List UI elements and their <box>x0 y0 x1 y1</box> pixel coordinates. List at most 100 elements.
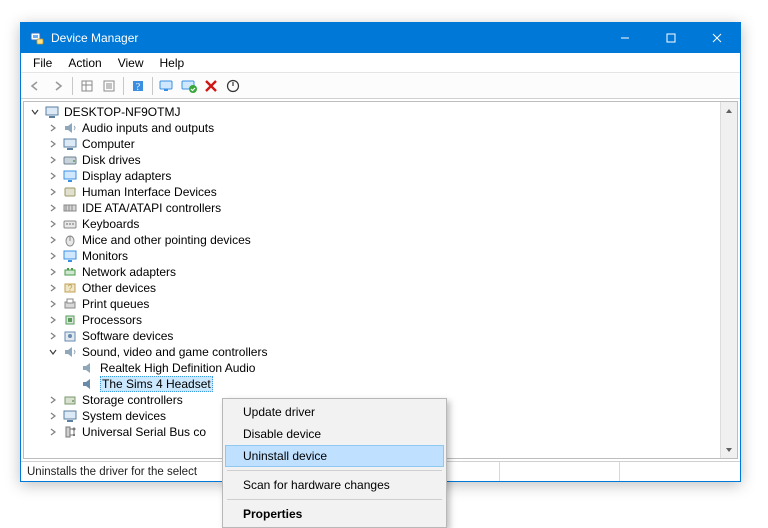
tree-item-label: System devices <box>82 409 166 423</box>
close-button[interactable] <box>694 23 740 53</box>
ctx-disable-device[interactable]: Disable device <box>225 423 444 445</box>
tree-item[interactable]: Audio inputs and outputs <box>28 120 737 136</box>
category-icon <box>62 408 78 424</box>
tree-item[interactable]: IDE ATA/ATAPI controllers <box>28 200 737 216</box>
category-icon <box>62 296 78 312</box>
chevron-down-icon[interactable] <box>28 105 42 119</box>
tree-item[interactable]: Keyboards <box>28 216 737 232</box>
tree-item[interactable]: Disk drives <box>28 152 737 168</box>
chevron-right-icon[interactable] <box>46 137 60 151</box>
speaker-icon <box>80 376 96 392</box>
ctx-scan-hardware[interactable]: Scan for hardware changes <box>225 474 444 496</box>
chevron-right-icon[interactable] <box>46 185 60 199</box>
chevron-right-icon[interactable] <box>46 297 60 311</box>
tree-item-label: Universal Serial Bus co <box>82 425 206 439</box>
category-icon <box>62 200 78 216</box>
tree-item-label: Keyboards <box>82 217 139 231</box>
status-text: Uninstalls the driver for the select <box>21 462 241 481</box>
forward-button[interactable] <box>47 75 69 97</box>
tree-item[interactable]: Monitors <box>28 248 737 264</box>
chevron-right-icon[interactable] <box>46 329 60 343</box>
tree-item-sims4-headset[interactable]: The Sims 4 Headset <box>28 376 737 392</box>
back-button[interactable] <box>25 75 47 97</box>
help-button[interactable]: ? <box>127 75 149 97</box>
ctx-properties[interactable]: Properties <box>225 503 444 525</box>
computer-icon <box>44 104 60 120</box>
tree-item[interactable]: Network adapters <box>28 264 737 280</box>
tree-item-label: Realtek High Definition Audio <box>100 361 255 375</box>
tree-item-label: Mice and other pointing devices <box>82 233 251 247</box>
chevron-right-icon[interactable] <box>46 233 60 247</box>
chevron-right-icon[interactable] <box>46 393 60 407</box>
status-cell <box>620 462 740 481</box>
chevron-right-icon[interactable] <box>46 153 60 167</box>
tree-item[interactable]: Software devices <box>28 328 737 344</box>
tree-item-realtek[interactable]: Realtek High Definition Audio <box>28 360 737 376</box>
tree-root-label: DESKTOP-NF9OTMJ <box>64 105 180 119</box>
properties-button[interactable] <box>98 75 120 97</box>
vertical-scrollbar[interactable] <box>720 102 737 458</box>
chevron-down-icon[interactable] <box>46 345 60 359</box>
device-tree[interactable]: DESKTOP-NF9OTMJ Audio inputs and outputs… <box>24 102 737 442</box>
chevron-right-icon[interactable] <box>46 121 60 135</box>
category-icon <box>62 264 78 280</box>
category-icon <box>62 168 78 184</box>
tree-item-label: Print queues <box>82 297 149 311</box>
menu-file[interactable]: File <box>25 54 60 72</box>
tree-item[interactable]: Print queues <box>28 296 737 312</box>
tree-item-label: Audio inputs and outputs <box>82 121 214 135</box>
show-hide-tree-button[interactable] <box>76 75 98 97</box>
scroll-track[interactable] <box>721 119 737 441</box>
chevron-right-icon[interactable] <box>46 281 60 295</box>
update-driver-button[interactable] <box>178 75 200 97</box>
category-icon <box>62 424 78 440</box>
titlebar: Device Manager <box>21 23 740 53</box>
scan-hardware-button[interactable] <box>156 75 178 97</box>
tree-item[interactable]: Computer <box>28 136 737 152</box>
category-icon <box>62 184 78 200</box>
tree-item-label: IDE ATA/ATAPI controllers <box>82 201 221 215</box>
category-icon <box>62 232 78 248</box>
ctx-separator <box>227 470 442 471</box>
chevron-right-icon[interactable] <box>46 265 60 279</box>
scroll-down-button[interactable] <box>721 441 737 458</box>
tree-item[interactable]: Display adapters <box>28 168 737 184</box>
disable-button[interactable] <box>222 75 244 97</box>
ctx-uninstall-device[interactable]: Uninstall device <box>225 445 444 467</box>
tree-item[interactable]: ? Other devices <box>28 280 737 296</box>
status-cell <box>500 462 620 481</box>
scroll-up-button[interactable] <box>721 102 737 119</box>
chevron-right-icon[interactable] <box>46 249 60 263</box>
chevron-right-icon[interactable] <box>46 313 60 327</box>
tree-item-label: Computer <box>82 137 135 151</box>
tree-item[interactable]: Mice and other pointing devices <box>28 232 737 248</box>
uninstall-button[interactable] <box>200 75 222 97</box>
chevron-right-icon[interactable] <box>46 409 60 423</box>
speaker-icon <box>80 360 96 376</box>
tree-item-label: Processors <box>82 313 142 327</box>
chevron-right-icon[interactable] <box>46 217 60 231</box>
tree-item-label: Software devices <box>82 329 173 343</box>
category-icon <box>62 136 78 152</box>
ctx-update-driver[interactable]: Update driver <box>225 401 444 423</box>
tree-item-label: Other devices <box>82 281 156 295</box>
menu-help[interactable]: Help <box>152 54 193 72</box>
menu-view[interactable]: View <box>110 54 152 72</box>
tree-item-label: Disk drives <box>82 153 141 167</box>
menu-action[interactable]: Action <box>60 54 109 72</box>
tree-item-label: Sound, video and game controllers <box>82 345 267 359</box>
tree-item[interactable]: Human Interface Devices <box>28 184 737 200</box>
tree-item[interactable]: Processors <box>28 312 737 328</box>
chevron-right-icon[interactable] <box>46 169 60 183</box>
speaker-icon <box>62 344 78 360</box>
tree-item-label: Storage controllers <box>82 393 183 407</box>
maximize-button[interactable] <box>648 23 694 53</box>
category-icon <box>62 328 78 344</box>
category-icon <box>62 312 78 328</box>
chevron-right-icon[interactable] <box>46 425 60 439</box>
tree-root[interactable]: DESKTOP-NF9OTMJ <box>28 104 737 120</box>
minimize-button[interactable] <box>602 23 648 53</box>
chevron-right-icon[interactable] <box>46 201 60 215</box>
category-icon: ? <box>62 280 78 296</box>
tree-item-sound[interactable]: Sound, video and game controllers <box>28 344 737 360</box>
